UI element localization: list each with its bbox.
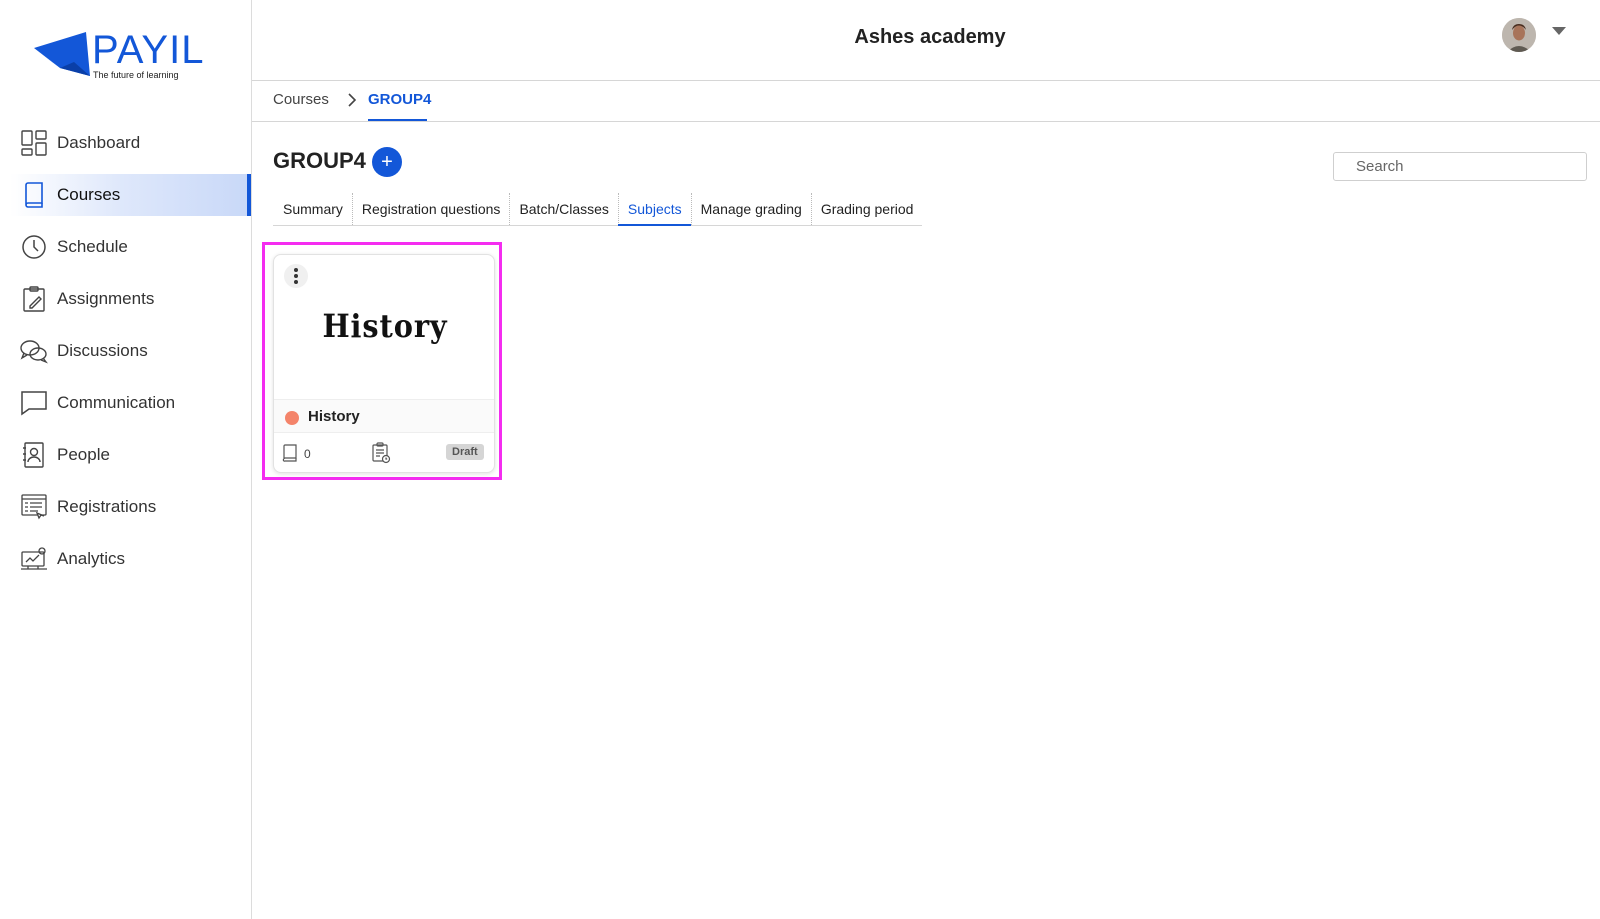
- subject-title: History: [308, 408, 360, 425]
- chevron-right-icon: [348, 93, 357, 107]
- tab-grading-period[interactable]: Grading period: [810, 193, 923, 225]
- top-bar: Ashes academy: [252, 0, 1600, 81]
- sidebar-item-assignments[interactable]: Assignments: [0, 278, 252, 320]
- subject-thumbnail-text: History: [322, 307, 448, 345]
- sidebar-item-label: Analytics: [57, 549, 126, 568]
- sidebar: PAYIL The future of learning Dashboard C…: [0, 0, 252, 919]
- analytics-icon: [20, 545, 48, 573]
- brand-tagline: The future of learning: [93, 70, 179, 80]
- organization-title: Ashes academy: [854, 26, 1006, 48]
- tab-subjects[interactable]: Subjects: [617, 193, 691, 226]
- logo-mark-icon: [34, 32, 90, 76]
- sidebar-item-label: Registrations: [57, 497, 157, 516]
- dashboard-icon: [20, 129, 48, 157]
- sidebar-item-dashboard[interactable]: Dashboard: [0, 122, 252, 164]
- caret-down-icon[interactable]: [1552, 27, 1566, 36]
- sidebar-item-label: People: [57, 445, 110, 464]
- sidebar-item-label: Schedule: [57, 237, 128, 256]
- sidebar-item-people[interactable]: People: [0, 434, 252, 476]
- tab-manage-grading[interactable]: Manage grading: [690, 193, 811, 225]
- sidebar-item-schedule[interactable]: Schedule: [0, 226, 252, 268]
- sidebar-item-label: Discussions: [57, 341, 148, 360]
- clock-icon: [20, 233, 48, 261]
- more-options-icon[interactable]: [284, 264, 308, 288]
- sidebar-item-label: Dashboard: [57, 133, 141, 152]
- book-icon: [20, 181, 48, 209]
- brand-logo[interactable]: PAYIL The future of learning: [34, 26, 224, 82]
- sidebar-item-label: Communication: [57, 393, 176, 412]
- sidebar-item-label: Courses: [57, 185, 121, 204]
- sidebar-nav: Dashboard Courses Schedule Assignments D…: [0, 122, 252, 590]
- add-subject-button[interactable]: +: [372, 147, 402, 177]
- contact-card-icon: [20, 441, 48, 469]
- sidebar-item-discussions[interactable]: Discussions: [0, 330, 252, 372]
- page-title: GROUP4: [273, 148, 366, 173]
- clipboard-clock-icon[interactable]: [371, 442, 391, 464]
- book-icon: [282, 444, 297, 462]
- chat-bubbles-icon: [20, 337, 48, 365]
- subject-card-footer: 0 Draft: [274, 435, 494, 472]
- user-avatar[interactable]: [1502, 18, 1536, 52]
- status-dot: [285, 411, 299, 425]
- message-square-icon: [20, 389, 48, 417]
- sidebar-item-courses[interactable]: Courses: [10, 174, 251, 216]
- sidebar-item-communication[interactable]: Communication: [0, 382, 252, 424]
- sidebar-item-label: Assignments: [57, 289, 155, 308]
- search-input[interactable]: [1333, 152, 1587, 181]
- clipboard-pencil-icon: [20, 285, 48, 313]
- breadcrumb: Courses GROUP4: [252, 81, 1600, 122]
- brand-name: PAYIL: [92, 28, 205, 72]
- sidebar-item-analytics[interactable]: Analytics: [0, 538, 252, 580]
- breadcrumb-courses-link[interactable]: Courses: [273, 91, 329, 108]
- subject-card[interactable]: History History 0 Draft: [273, 254, 495, 473]
- lesson-count: 0: [304, 447, 311, 461]
- tab-summary[interactable]: Summary: [273, 193, 352, 225]
- tab-batch-classes[interactable]: Batch/Classes: [509, 193, 617, 225]
- status-badge: Draft: [446, 444, 484, 460]
- course-tabs: Summary Registration questions Batch/Cla…: [273, 193, 923, 226]
- tab-registration-questions[interactable]: Registration questions: [351, 193, 510, 225]
- breadcrumb-active-underline: [368, 119, 427, 121]
- subject-title-row: History: [274, 399, 494, 433]
- sidebar-item-registrations[interactable]: Registrations: [0, 486, 252, 528]
- breadcrumb-current: GROUP4: [368, 91, 432, 108]
- registration-form-icon: [20, 493, 48, 521]
